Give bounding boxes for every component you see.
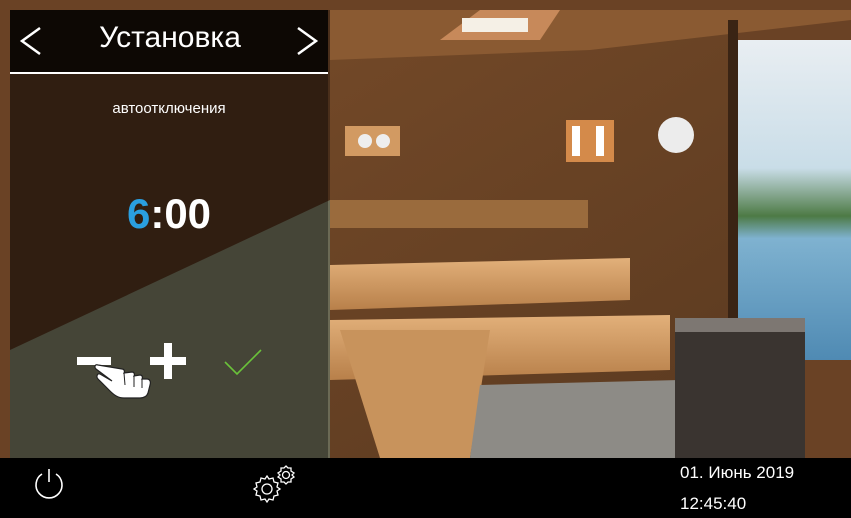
- header-divider: [10, 72, 328, 74]
- time-separator: :: [150, 190, 165, 237]
- current-time: 12:45:40: [680, 494, 747, 513]
- gears-icon[interactable]: [250, 463, 300, 505]
- minutes-value[interactable]: 00: [164, 190, 211, 237]
- page-title: Установка: [99, 21, 241, 54]
- auto-off-time-value: 6:00: [10, 190, 328, 238]
- chevron-right-icon[interactable]: [292, 24, 322, 58]
- chevron-left-icon[interactable]: [16, 24, 46, 58]
- sauna-control-screen: Установка автоотключения 6:00 01. Июнь 2…: [0, 0, 851, 518]
- hours-value[interactable]: 6: [127, 190, 150, 237]
- power-icon[interactable]: [32, 467, 66, 501]
- hand-pointer-icon: [94, 364, 151, 399]
- check-icon[interactable]: [222, 346, 264, 378]
- current-date: 01. Июнь 2019: [680, 463, 795, 482]
- setting-label: автоотключения: [112, 100, 226, 117]
